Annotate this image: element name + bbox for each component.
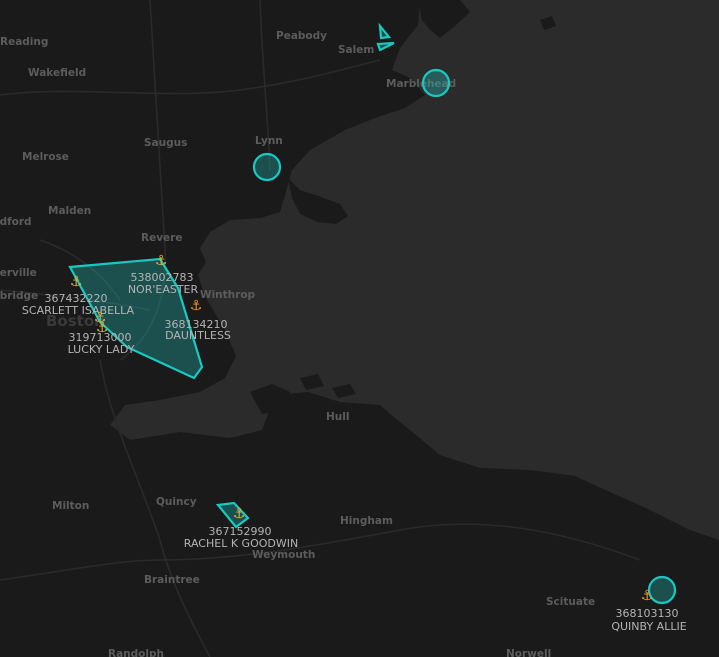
place-label: Weymouth <box>252 549 315 561</box>
place-label: Quincy <box>156 496 197 508</box>
place-label: Scituate <box>546 596 595 608</box>
anchor-icon: ⚓ <box>233 506 246 522</box>
place-label: Salem <box>338 44 374 56</box>
place-label: Lynn <box>255 135 283 147</box>
place-label: Braintree <box>144 574 200 586</box>
vessel-name: RACHEL K GOODWIN <box>184 537 298 550</box>
place-label: Milton <box>52 500 89 512</box>
vessel-name: DAUNTLESS <box>165 329 231 342</box>
anchor-icon: ⚓ <box>70 274 83 290</box>
place-label: Revere <box>141 232 182 244</box>
place-label: Somerville <box>0 267 37 279</box>
place-label: Hingham <box>340 515 393 527</box>
place-label: Saugus <box>144 137 187 149</box>
place-label: Peabody <box>276 30 327 42</box>
vessel-name: LUCKY LADY <box>68 343 135 356</box>
place-label: Norwell <box>506 648 551 657</box>
place-label: Melrose <box>22 151 69 163</box>
harbor-map[interactable]: Reading Peabody Salem Wakefield Marblehe… <box>0 0 719 657</box>
place-label: Medford <box>0 216 32 228</box>
lynn-zone[interactable] <box>252 152 282 182</box>
anchor-icon: ⚓ <box>190 298 203 314</box>
place-label: Malden <box>48 205 91 217</box>
anchor-icon: ⚓ <box>641 588 654 604</box>
vessel-name: QUINBY ALLIE <box>611 620 686 633</box>
vessel-mmsi: 368103130 <box>616 607 679 620</box>
place-label: Reading <box>0 36 48 48</box>
vessel-name: SCARLETT ISABELLA <box>22 304 135 317</box>
anchor-icon: ⚓ <box>155 253 168 269</box>
place-label: Wakefield <box>28 67 86 79</box>
vessel-name: NOR'EASTER <box>128 283 199 296</box>
marblehead-zone[interactable] <box>421 68 451 98</box>
place-label: Randolph <box>108 648 164 657</box>
place-label: Cambridge <box>0 290 38 302</box>
place-label: Hull <box>326 411 349 423</box>
place-label: Winthrop <box>200 289 256 301</box>
